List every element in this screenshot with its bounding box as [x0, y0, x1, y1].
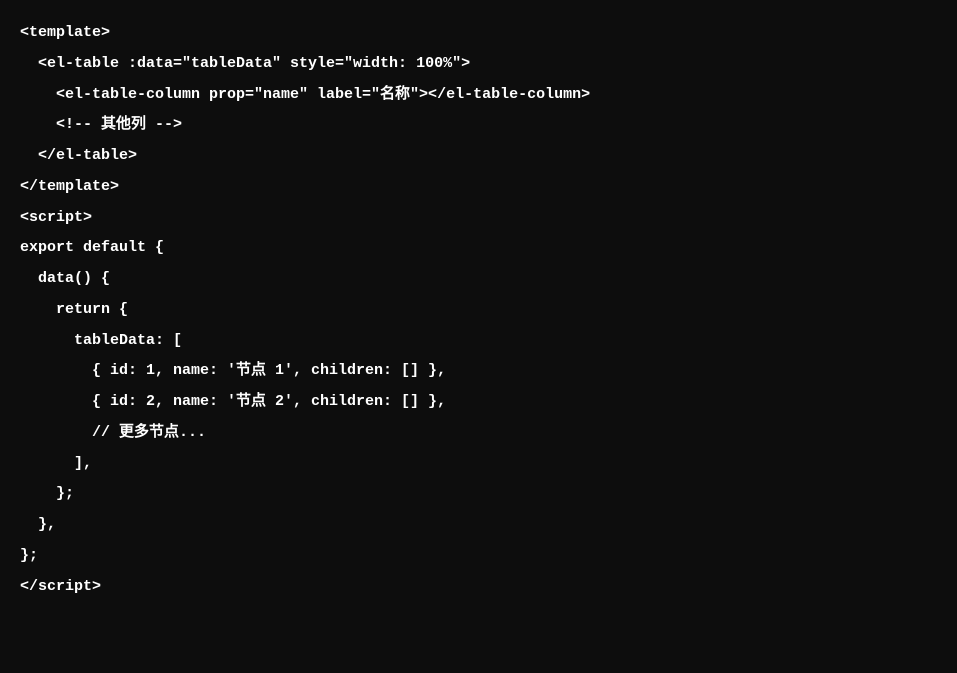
code-line: };: [20, 541, 937, 572]
code-line: },: [20, 510, 937, 541]
code-line: tableData: [: [20, 326, 937, 357]
code-block: <template> <el-table :data="tableData" s…: [20, 18, 937, 602]
code-line: <!-- 其他列 -->: [20, 110, 937, 141]
code-line: <el-table-column prop="name" label="名称">…: [20, 80, 937, 111]
code-line: <el-table :data="tableData" style="width…: [20, 49, 937, 80]
code-line: </el-table>: [20, 141, 937, 172]
code-line: };: [20, 479, 937, 510]
code-line: <template>: [20, 18, 937, 49]
code-line: <script>: [20, 203, 937, 234]
code-line: return {: [20, 295, 937, 326]
code-line: data() {: [20, 264, 937, 295]
code-line: </template>: [20, 172, 937, 203]
code-line: { id: 1, name: '节点 1', children: [] },: [20, 356, 937, 387]
code-line: { id: 2, name: '节点 2', children: [] },: [20, 387, 937, 418]
code-line: </script>: [20, 572, 937, 603]
code-line: export default {: [20, 233, 937, 264]
code-line: // 更多节点...: [20, 418, 937, 449]
code-line: ],: [20, 449, 937, 480]
